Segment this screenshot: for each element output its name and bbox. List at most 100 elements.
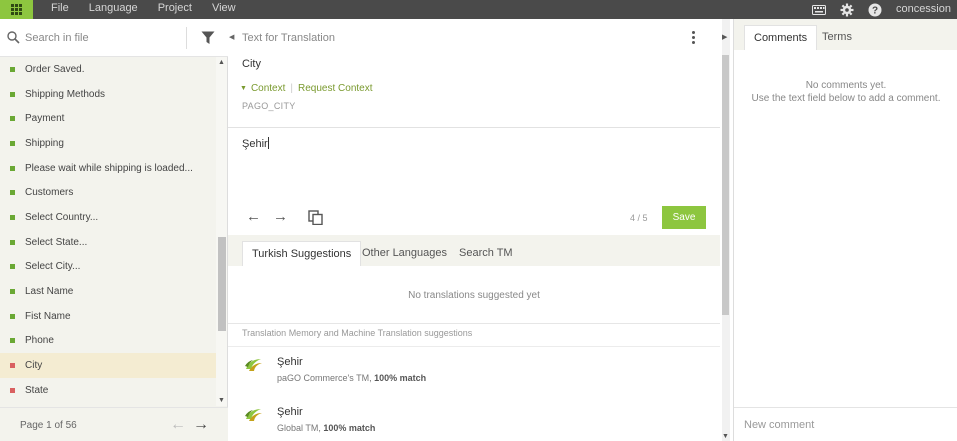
- string-list-item[interactable]: State: [0, 378, 216, 403]
- tm-suggestion-text: Şehir: [277, 406, 303, 418]
- search-bar: [0, 19, 228, 57]
- search-divider: [186, 27, 187, 49]
- scroll-up-icon[interactable]: ▲: [218, 59, 225, 66]
- no-comments-message: No comments yet. Use the text field belo…: [751, 80, 941, 104]
- translated-status-icon: [10, 66, 15, 72]
- string-list-item[interactable]: Select Country...: [0, 205, 216, 230]
- user-name[interactable]: concession: [896, 1, 951, 18]
- translated-status-icon: [10, 140, 15, 146]
- prev-page-arrow-icon[interactable]: ←: [170, 416, 186, 434]
- translated-status-icon: [10, 91, 15, 97]
- string-list-item[interactable]: Please wait while shipping is loaded...: [0, 156, 216, 181]
- collapse-right-icon[interactable]: ▶: [722, 33, 727, 41]
- filter-icon[interactable]: [201, 31, 215, 48]
- help-icon[interactable]: ?: [868, 3, 882, 17]
- apps-grid-icon[interactable]: [0, 0, 33, 19]
- gear-icon[interactable]: [840, 3, 854, 17]
- tab-search-tm[interactable]: Search TM: [450, 241, 522, 266]
- top-bar: File Language Project View ? concession: [0, 0, 957, 19]
- source-text: City: [242, 58, 261, 70]
- translated-status-icon: [10, 116, 15, 122]
- next-page-arrow-icon[interactable]: →: [193, 416, 209, 434]
- copy-source-icon[interactable]: [308, 210, 323, 228]
- translated-status-icon: [10, 165, 15, 171]
- editor-scrollbar[interactable]: ▶ ▼: [722, 19, 730, 441]
- translated-status-icon: [10, 214, 15, 220]
- tab-comments[interactable]: Comments: [744, 25, 818, 50]
- main-menu: File Language Project View: [51, 0, 256, 19]
- more-options-icon[interactable]: [692, 31, 696, 46]
- tab-terms[interactable]: Terms: [813, 25, 861, 50]
- tm-suggestion[interactable]: Şehir paGO Commerce's TM, 100% match: [228, 349, 720, 389]
- scroll-down-icon[interactable]: ▼: [218, 397, 225, 404]
- strings-panel: Order Saved. Shipping Methods Payment Shipp…: [0, 19, 228, 441]
- source-header: Text for Translation: [242, 32, 335, 44]
- string-label: Last Name: [25, 286, 74, 298]
- right-tabs: Comments Terms: [734, 19, 957, 50]
- new-comment-box: [734, 407, 957, 441]
- tab-other-languages[interactable]: Other Languages: [353, 241, 456, 266]
- collapse-left-icon[interactable]: ◀: [229, 33, 234, 41]
- string-label: Payment: [25, 113, 65, 125]
- menu-view[interactable]: View: [212, 0, 236, 19]
- page-indicator: Page 1 of 56: [20, 420, 77, 431]
- context-link[interactable]: Context: [251, 83, 285, 94]
- string-list-item[interactable]: Fist Name: [0, 304, 216, 329]
- string-label: Please wait while shipping is loaded...: [25, 162, 193, 174]
- search-icon: [7, 31, 20, 47]
- pager: Page 1 of 56 ← →: [0, 407, 228, 441]
- scroll-down-icon[interactable]: ▼: [722, 433, 729, 440]
- context-toggle-icon[interactable]: ▼: [240, 85, 247, 92]
- menu-project[interactable]: Project: [158, 0, 192, 19]
- no-suggestions-message: No translations suggested yet: [408, 290, 540, 301]
- scroll-thumb[interactable]: [218, 237, 226, 331]
- scroll-thumb[interactable]: [722, 55, 729, 315]
- tm-suggestion-source: paGO Commerce's TM, 100% match: [277, 373, 427, 383]
- context-separator: |: [290, 83, 294, 94]
- context-key: PAGO_CITY: [242, 101, 296, 111]
- previous-string-arrow-icon[interactable]: ←: [246, 208, 261, 225]
- string-list-item[interactable]: Phone: [0, 329, 216, 354]
- search-input[interactable]: [25, 30, 180, 46]
- translated-status-icon: [10, 289, 15, 295]
- string-list-item[interactable]: Select City...: [0, 255, 216, 280]
- save-button[interactable]: Save: [662, 206, 706, 229]
- translated-status-icon: [10, 239, 15, 245]
- editor-toolbar: ← → 4 / 5 Save: [228, 201, 720, 235]
- divider: [228, 127, 720, 128]
- strings-list: Order Saved. Shipping Methods Payment Shipp…: [0, 57, 216, 406]
- string-list-item[interactable]: Order Saved.: [0, 57, 216, 82]
- translation-input[interactable]: Şehir: [242, 137, 269, 150]
- string-label: Order Saved.: [25, 63, 85, 75]
- text-caret: [267, 137, 269, 149]
- strings-scrollbar[interactable]: ▲ ▼: [216, 57, 227, 406]
- string-label: Shipping Methods: [25, 88, 106, 100]
- string-label: Select State...: [25, 236, 88, 248]
- string-label: Phone: [25, 335, 54, 347]
- string-list-item[interactable]: Last Name: [0, 279, 216, 304]
- comments-panel: Comments Terms No comments yet. Use the …: [733, 19, 957, 441]
- request-context-link[interactable]: Request Context: [298, 83, 373, 94]
- tab-turkish-suggestions[interactable]: Turkish Suggestions: [242, 241, 362, 266]
- new-comment-input[interactable]: [744, 418, 944, 432]
- string-list-item[interactable]: Customers: [0, 180, 216, 205]
- string-list-item[interactable]: Shipping Methods: [0, 82, 216, 107]
- tm-suggestion[interactable]: Şehir Global TM, 100% match: [228, 399, 720, 439]
- tm-logo-icon: [244, 407, 264, 426]
- editor-panel: ◀ Text for Translation City ▼ Context | …: [228, 19, 730, 441]
- divider: [228, 346, 720, 347]
- tm-logo-icon: [244, 357, 264, 376]
- untranslated-status-icon: [10, 387, 15, 393]
- menu-file[interactable]: File: [51, 0, 69, 19]
- string-label: Shipping: [25, 137, 64, 149]
- string-list-item[interactable]: Payment: [0, 106, 216, 131]
- next-string-arrow-icon[interactable]: →: [273, 208, 288, 225]
- tm-suggestion-text: Şehir: [277, 356, 303, 368]
- string-list-item[interactable]: Shipping: [0, 131, 216, 156]
- string-list-item[interactable]: Select State...: [0, 230, 216, 255]
- translated-status-icon: [10, 264, 15, 270]
- menu-language[interactable]: Language: [89, 0, 138, 19]
- string-list-item[interactable]: City: [0, 353, 216, 378]
- keyboard-icon[interactable]: [811, 3, 826, 17]
- string-label: Customers: [25, 187, 74, 199]
